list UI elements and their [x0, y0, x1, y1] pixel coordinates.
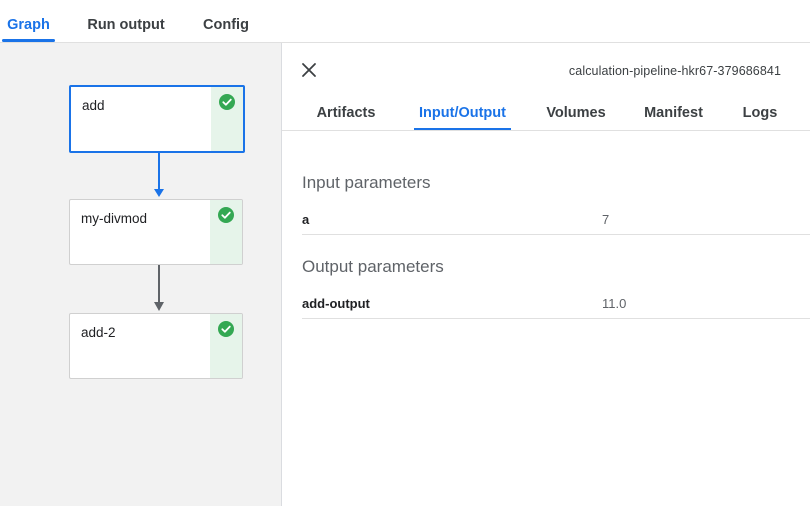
tab-input-output-label: Input/Output: [419, 105, 506, 121]
parameter-value: 11.0: [602, 296, 627, 311]
node-label: add-2: [81, 325, 116, 340]
run-node-id: calculation-pipeline-hkr67-379686841: [568, 64, 781, 78]
details-tab-bar: Artifacts Input/Output Volumes Manifest …: [282, 95, 810, 131]
output-parameters-title: Output parameters: [302, 257, 444, 276]
tab-logs-label: Logs: [742, 105, 778, 121]
parameter-value: 7: [602, 212, 610, 227]
parameter-name: a: [302, 212, 310, 227]
check-circle-icon: [219, 94, 235, 110]
tab-graph[interactable]: Graph: [2, 0, 55, 42]
output-parameter-row: add-output 11.0: [302, 289, 810, 319]
edge-my-divmod-to-add-2: [154, 265, 164, 311]
tab-run-output-label: Run output: [87, 17, 165, 33]
tab-artifacts-label: Artifacts: [316, 105, 376, 121]
node-status-strip: [211, 87, 243, 151]
input-parameter-row: a 7: [302, 205, 810, 235]
graph-node-add[interactable]: add: [69, 85, 245, 153]
tab-input-output[interactable]: Input/Output: [414, 95, 511, 130]
parameter-name: add-output: [302, 296, 370, 311]
tab-volumes[interactable]: Volumes: [544, 95, 608, 130]
tab-active-indicator: [2, 39, 55, 42]
check-circle-icon: [218, 207, 234, 223]
graph-node-my-divmod[interactable]: my-divmod: [69, 199, 243, 265]
graph-node-add-2[interactable]: add-2: [69, 313, 243, 379]
tab-volumes-label: Volumes: [546, 105, 606, 121]
check-circle-icon: [218, 321, 234, 337]
node-label: my-divmod: [81, 211, 148, 226]
tab-manifest-label: Manifest: [644, 105, 703, 121]
tab-manifest[interactable]: Manifest: [641, 95, 706, 130]
edge-add-to-my-divmod: [154, 152, 164, 197]
tab-config-label: Config: [203, 17, 249, 33]
tab-artifacts[interactable]: Artifacts: [314, 95, 378, 130]
tab-run-output[interactable]: Run output: [86, 0, 166, 42]
tab-logs[interactable]: Logs: [741, 95, 779, 130]
graph-pane: add my-divmod add-2: [0, 43, 282, 506]
node-status-strip: [210, 314, 242, 378]
input-parameters-title: Input parameters: [302, 173, 431, 192]
tab-graph-label: Graph: [7, 17, 50, 33]
tab-active-indicator: [414, 128, 511, 130]
node-details-pane: calculation-pipeline-hkr67-379686841 Art…: [282, 43, 810, 506]
node-label: add: [82, 98, 105, 113]
close-icon[interactable]: [300, 61, 318, 79]
top-tab-bar: Graph Run output Config: [0, 0, 810, 43]
tab-config[interactable]: Config: [200, 0, 252, 42]
node-status-strip: [210, 200, 242, 264]
